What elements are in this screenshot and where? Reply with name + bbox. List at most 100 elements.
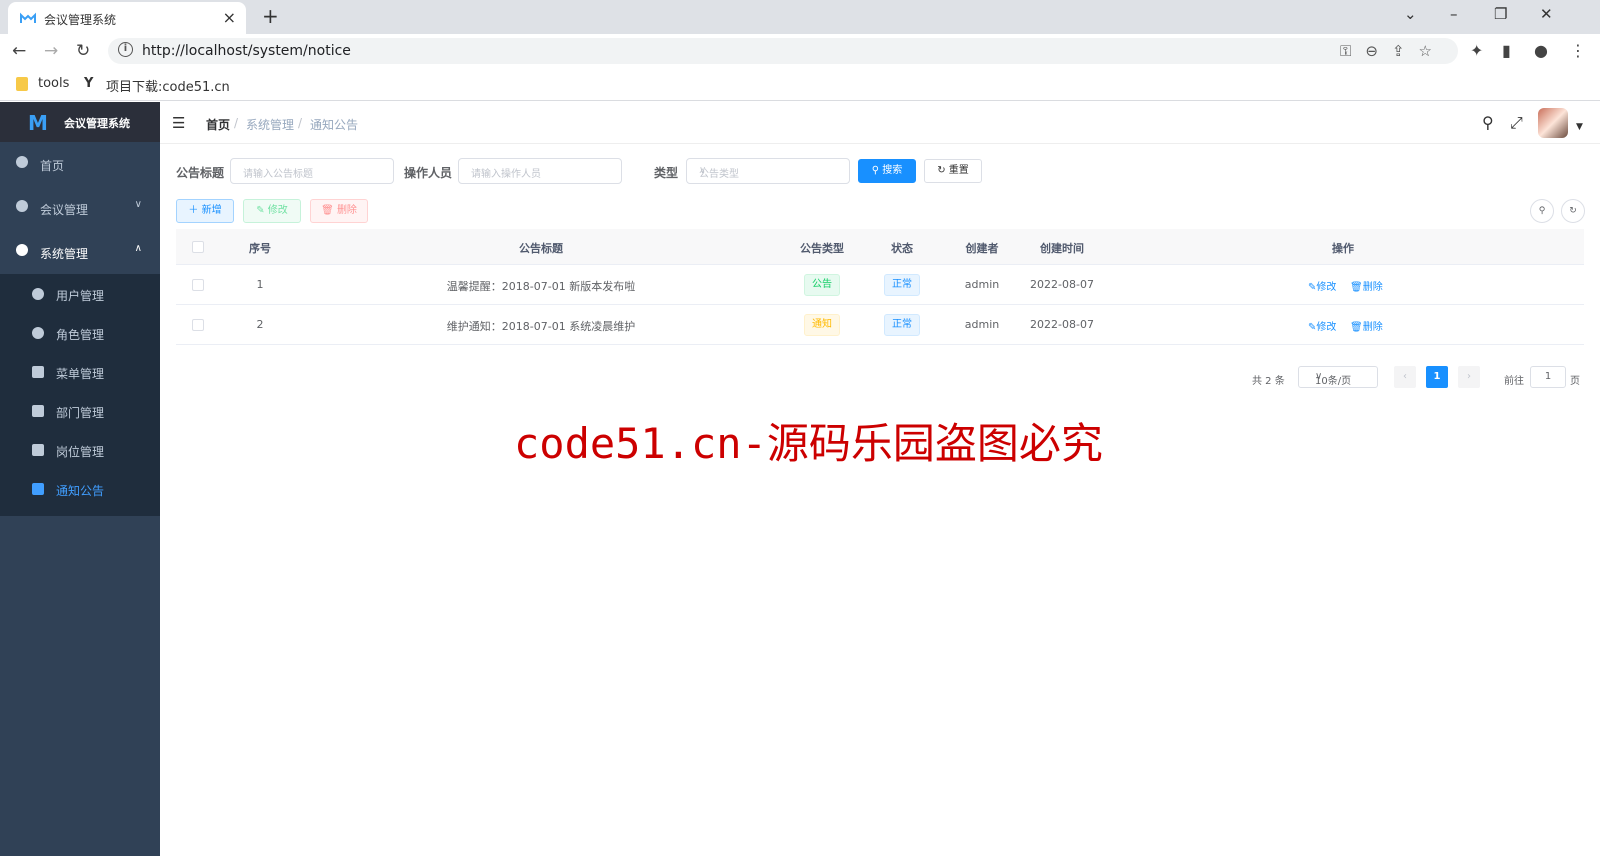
add-button-label: 新增 (201, 205, 222, 216)
browser-tab-strip: 会议管理系统 × + ⌄ – ❐ ✕ (0, 0, 1600, 34)
profile-icon[interactable]: ● (1534, 41, 1548, 60)
prev-page-button[interactable]: ‹ (1394, 366, 1416, 388)
reset-button-label: 重置 (948, 165, 969, 176)
side-panel-icon[interactable]: ▮ (1502, 41, 1511, 60)
globe-icon (16, 200, 28, 212)
goto-page-input[interactable]: 1 (1530, 366, 1566, 388)
trash-icon: 🗑 (1350, 322, 1363, 333)
sidebar-item-label: 部门管理 (56, 406, 105, 420)
dashboard-icon (16, 156, 28, 168)
chevron-down-icon: ∨ (699, 165, 707, 176)
add-button[interactable]: ＋ 新增 (176, 199, 234, 223)
url-field[interactable]: i http://localhost/system/notice ⚿⊖⇪☆ (108, 38, 1458, 64)
edit-icon: ✎ (256, 205, 268, 216)
tree-table-icon (32, 366, 44, 378)
message-icon (32, 483, 44, 495)
reload-icon[interactable]: ↻ (76, 41, 90, 61)
app-logo-icon (20, 12, 36, 23)
column-header: 操作 (1332, 242, 1354, 255)
system-submenu: 用户管理 角色管理 菜单管理 部门管理 岗位管理 通知公告 (0, 274, 160, 516)
type-tag: 公告 (804, 274, 840, 296)
row-delete-link[interactable]: 🗑删除 (1350, 278, 1383, 293)
chevron-down-icon: ∨ (1315, 371, 1323, 382)
post-icon (32, 444, 44, 456)
forward-icon[interactable]: → (44, 41, 58, 61)
logo-icon: M (28, 111, 48, 135)
minimize-icon[interactable]: – (1450, 5, 1458, 23)
page-size-select[interactable]: 10条/页 ∨ (1298, 366, 1378, 388)
caret-down-icon[interactable]: ▼ (1576, 122, 1583, 132)
avatar[interactable] (1538, 108, 1568, 138)
edit-button[interactable]: ✎ 修改 (243, 199, 301, 223)
search-button[interactable]: ⚲ 搜索 (858, 159, 916, 183)
browser-tab[interactable]: 会议管理系统 × (8, 2, 246, 34)
fullscreen-icon[interactable]: ⤢ (1510, 113, 1523, 133)
chevron-down-icon[interactable]: ⌄ (1404, 5, 1417, 23)
row-edit-label: 修改 (1316, 282, 1337, 293)
row-edit-link[interactable]: ✎修改 (1308, 278, 1336, 293)
url-action-icons[interactable]: ⚿⊖⇪☆ (1340, 42, 1446, 60)
row-checkbox[interactable] (192, 279, 204, 291)
status-tag: 正常 (884, 274, 920, 296)
row-delete-link[interactable]: 🗑删除 (1350, 318, 1383, 333)
url-text: http://localhost/system/notice (142, 43, 351, 59)
table-row: 1 温馨提醒：2018-07-01 新版本发布啦 公告 正常 admin 202… (176, 265, 1584, 305)
sidebar-item-roles[interactable]: 角色管理 (0, 313, 160, 353)
row-id: 1 (256, 278, 264, 291)
bookmarks-bar: tools Y 项目下载:code51.cn (0, 68, 1600, 101)
breadcrumb-separator: / (298, 116, 303, 130)
extensions-icon[interactable]: ✦ (1470, 41, 1483, 60)
trash-icon: 🗑 (321, 205, 337, 216)
restore-icon[interactable]: ❐ (1494, 5, 1507, 23)
menu-dots-icon[interactable]: ⋮ (1570, 41, 1586, 60)
close-icon[interactable]: × (223, 8, 236, 27)
search-icon[interactable]: ⚲ (1482, 113, 1494, 132)
bookmark-tools[interactable]: tools (38, 76, 69, 91)
select-all-checkbox[interactable] (192, 241, 204, 253)
back-icon[interactable]: ← (12, 41, 26, 61)
search-button-label: 搜索 (882, 165, 903, 176)
sidebar-item-posts[interactable]: 岗位管理 (0, 430, 160, 470)
sidebar-item-system[interactable]: 系统管理 ∧ (0, 230, 160, 274)
sidebar-item-depts[interactable]: 部门管理 (0, 391, 160, 431)
delete-button[interactable]: 🗑 删除 (310, 199, 368, 223)
search-icon: ⚲ (1538, 206, 1546, 216)
sidebar-item-menus[interactable]: 菜单管理 (0, 352, 160, 392)
refresh-button[interactable]: ↻ (1561, 199, 1585, 223)
sidebar-item-label: 通知公告 (56, 484, 105, 498)
sidebar-item-home[interactable]: 首页 (0, 142, 160, 186)
breadcrumb-home[interactable]: 首页 (206, 116, 230, 133)
sidebar-item-notice[interactable]: 通知公告 (0, 469, 160, 509)
sidebar-item-meeting[interactable]: 会议管理 ∨ (0, 186, 160, 230)
gear-icon (16, 244, 28, 256)
sidebar-logo[interactable]: M 会议管理系统 (0, 102, 160, 142)
toggle-search-button[interactable]: ⚲ (1530, 199, 1554, 223)
sidebar-item-users[interactable]: 用户管理 (0, 274, 160, 314)
refresh-icon: ↻ (1569, 206, 1577, 216)
next-page-button[interactable]: › (1458, 366, 1480, 388)
reset-button[interactable]: ↻ 重置 (924, 159, 982, 183)
type-label: 类型 (654, 166, 679, 180)
title-input[interactable]: 请输入公告标题 (230, 158, 394, 184)
bookmark-code51[interactable]: 项目下载:code51.cn (106, 76, 230, 95)
operator-input[interactable]: 请输入操作人员 (458, 158, 622, 184)
title-placeholder: 请输入公告标题 (243, 169, 313, 180)
watermark-text: code51.cn-源码乐园盗图必究 (514, 419, 1103, 468)
hamburger-icon[interactable]: ☰ (172, 114, 185, 132)
row-id: 2 (256, 318, 264, 331)
window-close-icon[interactable]: ✕ (1540, 5, 1553, 23)
page-number[interactable]: 1 (1426, 366, 1448, 388)
sidebar: M 会议管理系统 首页 会议管理 ∨ 系统管理 ∧ 用户管理 角色管理 菜单管理… (0, 102, 160, 856)
breadcrumb-separator: / (234, 116, 239, 130)
row-checkbox[interactable] (192, 319, 204, 331)
sidebar-item-label: 岗位管理 (56, 445, 105, 459)
new-tab-icon[interactable]: + (262, 4, 279, 28)
site-info-icon[interactable]: i (118, 42, 133, 57)
type-select[interactable]: 公告类型 ∨ (686, 158, 850, 184)
chevron-up-icon: ∧ (134, 243, 142, 254)
title-label: 公告标题 (176, 166, 225, 180)
row-edit-link[interactable]: ✎修改 (1308, 318, 1336, 333)
column-header: 序号 (249, 242, 271, 255)
operator-placeholder: 请输入操作人员 (471, 169, 541, 180)
column-header: 公告类型 (800, 242, 844, 255)
